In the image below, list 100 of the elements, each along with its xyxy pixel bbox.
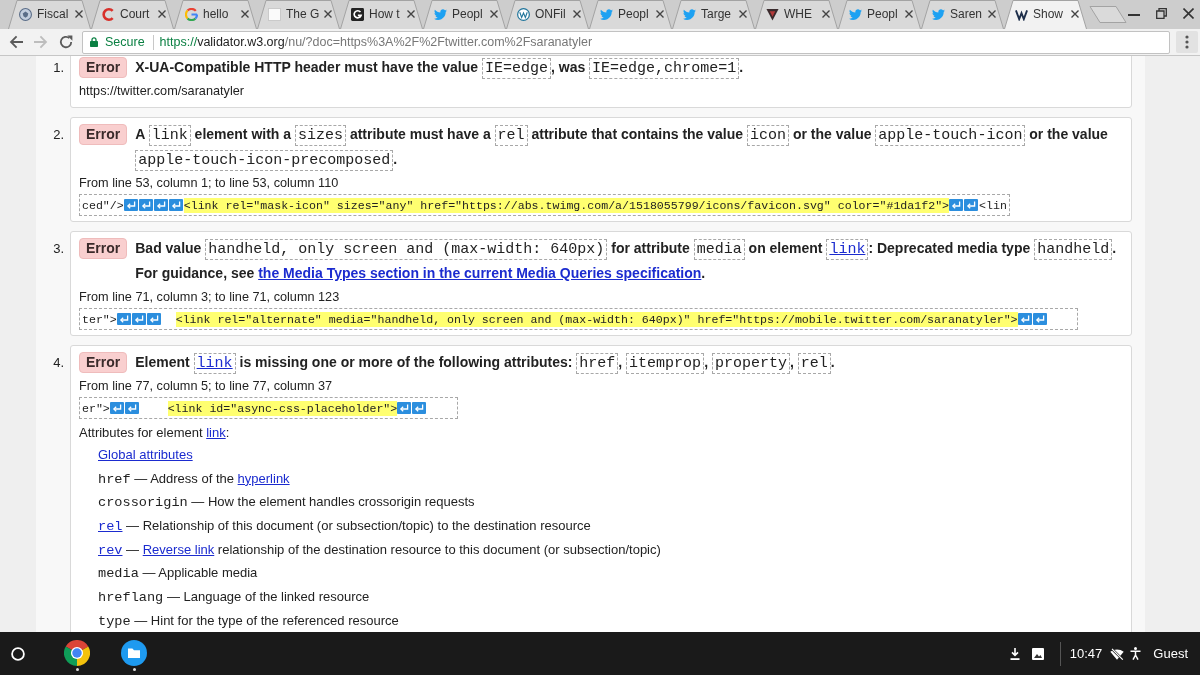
error-message: Bad value handheld, only screen and (max-width: 640px) for attribute media on element link : Deprecated media type handheld . For guidance, see the Media Types section in the current Media Queries specification.: [135, 238, 1118, 283]
attribute-description: media — Applicable media: [98, 564, 259, 584]
attribute-description: rev — Reverse link relationship of the destination resource to this document (or subsection/topic): [98, 540, 662, 560]
close-icon[interactable]: [905, 10, 913, 18]
return-icon: [412, 402, 427, 414]
location-text: From line 53, column 1; to line 53, column 110: [79, 175, 340, 192]
browser-tab[interactable]: Targe: [672, 0, 755, 29]
close-icon[interactable]: [407, 10, 415, 18]
bird-icon: [683, 7, 696, 21]
user-name[interactable]: Guest: [1153, 646, 1188, 661]
browser-tab[interactable]: Show: [1004, 0, 1087, 29]
browser-tab[interactable]: Peopl: [838, 0, 921, 29]
return-icon: [131, 313, 146, 325]
element-link[interactable]: link: [826, 239, 869, 260]
close-icon[interactable]: [75, 10, 83, 18]
error-badge: Error: [79, 57, 128, 78]
highlighted-code: <link rel="mask-icon" sizes="any" href="https://abs.twimg.com/a/1518055799/icons/favicon.svg" color="#1da1f2">: [183, 197, 950, 213]
browser-tab[interactable]: WHE: [755, 0, 838, 29]
element-link[interactable]: link: [206, 425, 226, 440]
browser-app-icon[interactable]: [64, 640, 90, 666]
return-icon: [1032, 313, 1047, 325]
code-text: ced"/>: [82, 198, 124, 212]
close-icon[interactable]: [324, 10, 332, 18]
attribute-description: href — Address of the hyperlink: [98, 469, 291, 489]
item-number: 4.: [52, 354, 64, 372]
element-link[interactable]: link: [193, 353, 236, 374]
triangle-shield-icon: [766, 7, 779, 21]
browser-tab[interactable]: Peopl: [589, 0, 672, 29]
close-icon[interactable]: [241, 10, 249, 18]
close-icon[interactable]: [739, 10, 747, 18]
return-icon: [116, 313, 131, 325]
code-text: ter">: [82, 312, 117, 326]
bird-icon: [932, 7, 945, 21]
running-indicator-icon: [132, 668, 136, 671]
attributes-heading: Attributes for element link:: [79, 424, 231, 442]
close-icon[interactable]: [822, 10, 830, 18]
attribute-description: crossorigin — How the element handles crossorigin requests: [98, 493, 476, 513]
close-icon[interactable]: [1071, 10, 1079, 18]
browser-tab[interactable]: hello: [174, 0, 257, 29]
close-icon[interactable]: [1183, 7, 1194, 19]
address-bar[interactable]: Secure https://validator.w3.org/nu/?doc=https%3A%2F%2Ftwitter.com%2Fsaranatyler: [82, 30, 1170, 54]
browser-tab[interactable]: Saren: [921, 0, 1004, 29]
highlighted-code: <link id="async-css-placeholder">: [167, 400, 398, 416]
return-icon: [168, 199, 183, 211]
running-indicator-icon: [75, 668, 79, 671]
error-message: A link element with a sizes attribute must have a rel attribute that contains the value icon or the value apple-touch-icon or the value apple-touch-icon-precomposed .: [135, 124, 1109, 172]
return-icon: [146, 313, 161, 325]
browser-tab[interactable]: ONFil: [506, 0, 589, 29]
item-number: 3.: [52, 240, 64, 258]
close-icon[interactable]: [573, 10, 581, 18]
text-link[interactable]: Reverse link: [142, 541, 215, 557]
c-shape-icon: [102, 7, 115, 21]
location-text: From line 71, column 3; to line 71, column 123: [79, 289, 341, 306]
download-icon[interactable]: [1008, 647, 1021, 660]
browser-tab[interactable]: The G: [257, 0, 340, 29]
return-icon: [123, 199, 138, 211]
item-number: 1.: [52, 59, 64, 77]
back-arrow-icon[interactable]: [9, 35, 23, 49]
menu-icon[interactable]: [1176, 31, 1198, 53]
w-circle-icon: [517, 7, 530, 21]
close-icon[interactable]: [490, 10, 498, 18]
clock-time: 10:47: [1069, 646, 1103, 661]
guidance-link[interactable]: the Media Types section in the current Media Queries specification: [258, 265, 702, 281]
attribute-description: type — Hint for the type of the referenced resource: [98, 611, 400, 631]
error-badge: Error: [79, 352, 128, 373]
return-icon: [153, 199, 168, 211]
attribute-link[interactable]: rev: [98, 542, 123, 558]
close-icon[interactable]: [656, 10, 664, 18]
return-icon: [964, 199, 979, 211]
wifi-off-icon[interactable]: [1110, 647, 1125, 660]
image-icon[interactable]: [1031, 647, 1044, 660]
browser-tab[interactable]: How t: [340, 0, 423, 29]
url-text: https://validator.w3.org/nu/?doc=https%3A%2F%2Ftwitter.com%2Fsaranatyler: [159, 35, 593, 49]
attribute-link[interactable]: rel: [98, 519, 123, 535]
location-text: From line 77, column 5; to line 77, column 37: [79, 378, 334, 395]
launcher-icon[interactable]: [11, 646, 25, 661]
item-number: 2.: [52, 126, 64, 144]
error-message: X-UA-Compatible HTTP header must have the value IE=edge , was IE=edge,chrome=1 .: [135, 57, 745, 80]
bird-icon: [849, 7, 862, 21]
close-icon[interactable]: [988, 10, 996, 18]
close-icon[interactable]: [158, 10, 166, 18]
reload-icon[interactable]: [59, 35, 73, 49]
location-text: https://twitter.com/saranatyler: [79, 83, 245, 100]
global-attributes-link[interactable]: Global attributes: [98, 447, 193, 462]
lock-icon: [90, 37, 98, 47]
security-label: Secure: [105, 35, 145, 49]
bird-icon: [434, 7, 447, 21]
restore-icon[interactable]: [1156, 7, 1167, 19]
code-text: er">: [82, 401, 110, 415]
return-icon: [109, 402, 124, 414]
accessibility-icon[interactable]: [1130, 647, 1142, 660]
text-link[interactable]: hyperlink: [237, 470, 290, 486]
browser-tab[interactable]: Fiscal: [8, 0, 91, 29]
return-icon: [138, 199, 153, 211]
highlighted-code: <link rel="alternate" media="handheld, only screen and (max-width: 640px)" href="https://mobile.twitter.com/saranatyler">: [175, 311, 1018, 327]
browser-tab[interactable]: Peopl: [423, 0, 506, 29]
folder-app-icon[interactable]: [121, 640, 147, 666]
return-icon: [124, 402, 139, 414]
browser-tab[interactable]: Court: [91, 0, 174, 29]
bird-icon: [600, 7, 613, 21]
